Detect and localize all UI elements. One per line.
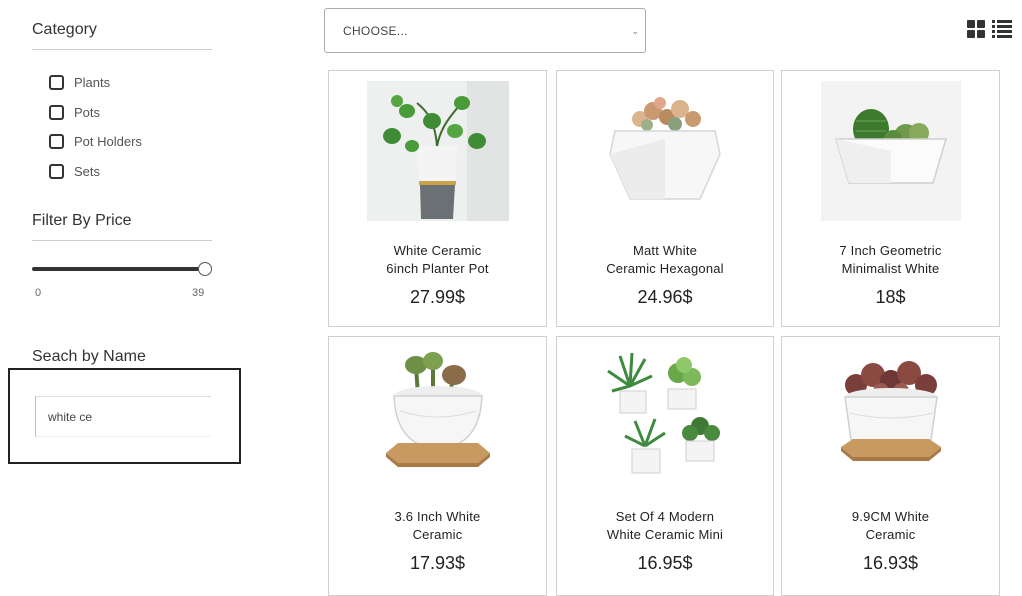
product-price: 27.99$ [409, 287, 466, 307]
name-search-input[interactable] [35, 396, 211, 437]
sort-select[interactable]: CHOOSE... ⌄ [324, 8, 646, 53]
category-item-plants[interactable]: Plants [49, 68, 142, 98]
category-list: Plants Pots Pot Holders Sets [49, 68, 142, 186]
product-name-line1: White Ceramic [393, 243, 482, 258]
product-image [385, 352, 490, 467]
product-price: 18$ [875, 287, 906, 307]
product-card[interactable]: 9.9CM White Ceramic 16.93$ [781, 336, 1000, 596]
grid-view-icon[interactable] [967, 20, 985, 38]
price-slider[interactable] [32, 262, 212, 276]
category-label: Pot Holders [74, 134, 142, 150]
product-image [840, 361, 941, 461]
product-card[interactable]: 3.6 Inch White Ceramic 17.93$ [328, 336, 547, 596]
product-card[interactable]: Set Of 4 Modern White Ceramic Mini 16.95… [556, 336, 774, 596]
search-title: Seach by Name [32, 348, 146, 365]
product-image [607, 352, 720, 474]
product-image [609, 97, 721, 200]
sort-select-value: CHOOSE... [343, 24, 408, 38]
product-price: 16.93$ [862, 553, 919, 573]
category-title: Category [32, 21, 97, 38]
price-divider [32, 240, 212, 241]
product-name-line1: Set Of 4 Modern [615, 509, 715, 524]
product-name-line1: Matt White [632, 243, 698, 258]
category-item-pot-holders[interactable]: Pot Holders [49, 127, 142, 157]
product-card[interactable]: 7 Inch Geometric Minimalist White 18$ [781, 70, 1000, 327]
product-price: 24.96$ [637, 287, 693, 307]
product-card[interactable]: White Ceramic 6inch Planter Pot 27.99$ [328, 70, 547, 327]
product-name-line2: 6inch Planter Pot [386, 261, 489, 276]
product-price: 16.95$ [637, 553, 693, 573]
product-name-line2: White Ceramic Mini [606, 527, 724, 542]
price-slider-track[interactable] [32, 267, 204, 271]
price-slider-handle[interactable] [198, 262, 212, 276]
price-min-label: 0 [35, 287, 42, 299]
product-name-line1: 7 Inch Geometric [839, 243, 942, 258]
product-name-line2: Ceramic [865, 527, 916, 542]
category-item-pots[interactable]: Pots [49, 98, 142, 128]
product-name-line1: 3.6 Inch White [394, 509, 481, 524]
price-max-label: 39 [192, 287, 205, 299]
pot-holders-checkbox[interactable] [49, 134, 64, 150]
sets-checkbox[interactable] [49, 163, 64, 179]
product-name-line2: Ceramic [412, 527, 463, 542]
filter-sidebar: Category Plants Pots Pot Holders Sets Fi… [0, 0, 260, 588]
product-name-line2: Ceramic Hexagonal [606, 261, 724, 276]
product-name-line2: Minimalist White [841, 261, 940, 276]
product-name-line1: 9.9CM White [851, 509, 930, 524]
product-card[interactable]: Matt White Ceramic Hexagonal 24.96$ [556, 70, 774, 327]
plants-checkbox[interactable] [49, 75, 64, 91]
category-label: Sets [74, 163, 101, 179]
category-label: Pots [74, 104, 101, 120]
product-image [366, 81, 509, 221]
chevron-down-icon: ⌄ [631, 26, 639, 36]
product-price: 17.93$ [409, 553, 466, 573]
category-label: Plants [74, 75, 111, 91]
price-filter-title: Filter By Price [32, 212, 132, 229]
product-image [820, 81, 961, 221]
search-box [8, 368, 241, 464]
list-view-icon[interactable] [992, 20, 1012, 38]
category-item-sets[interactable]: Sets [49, 157, 142, 187]
category-divider [32, 49, 212, 50]
pots-checkbox[interactable] [49, 104, 64, 120]
